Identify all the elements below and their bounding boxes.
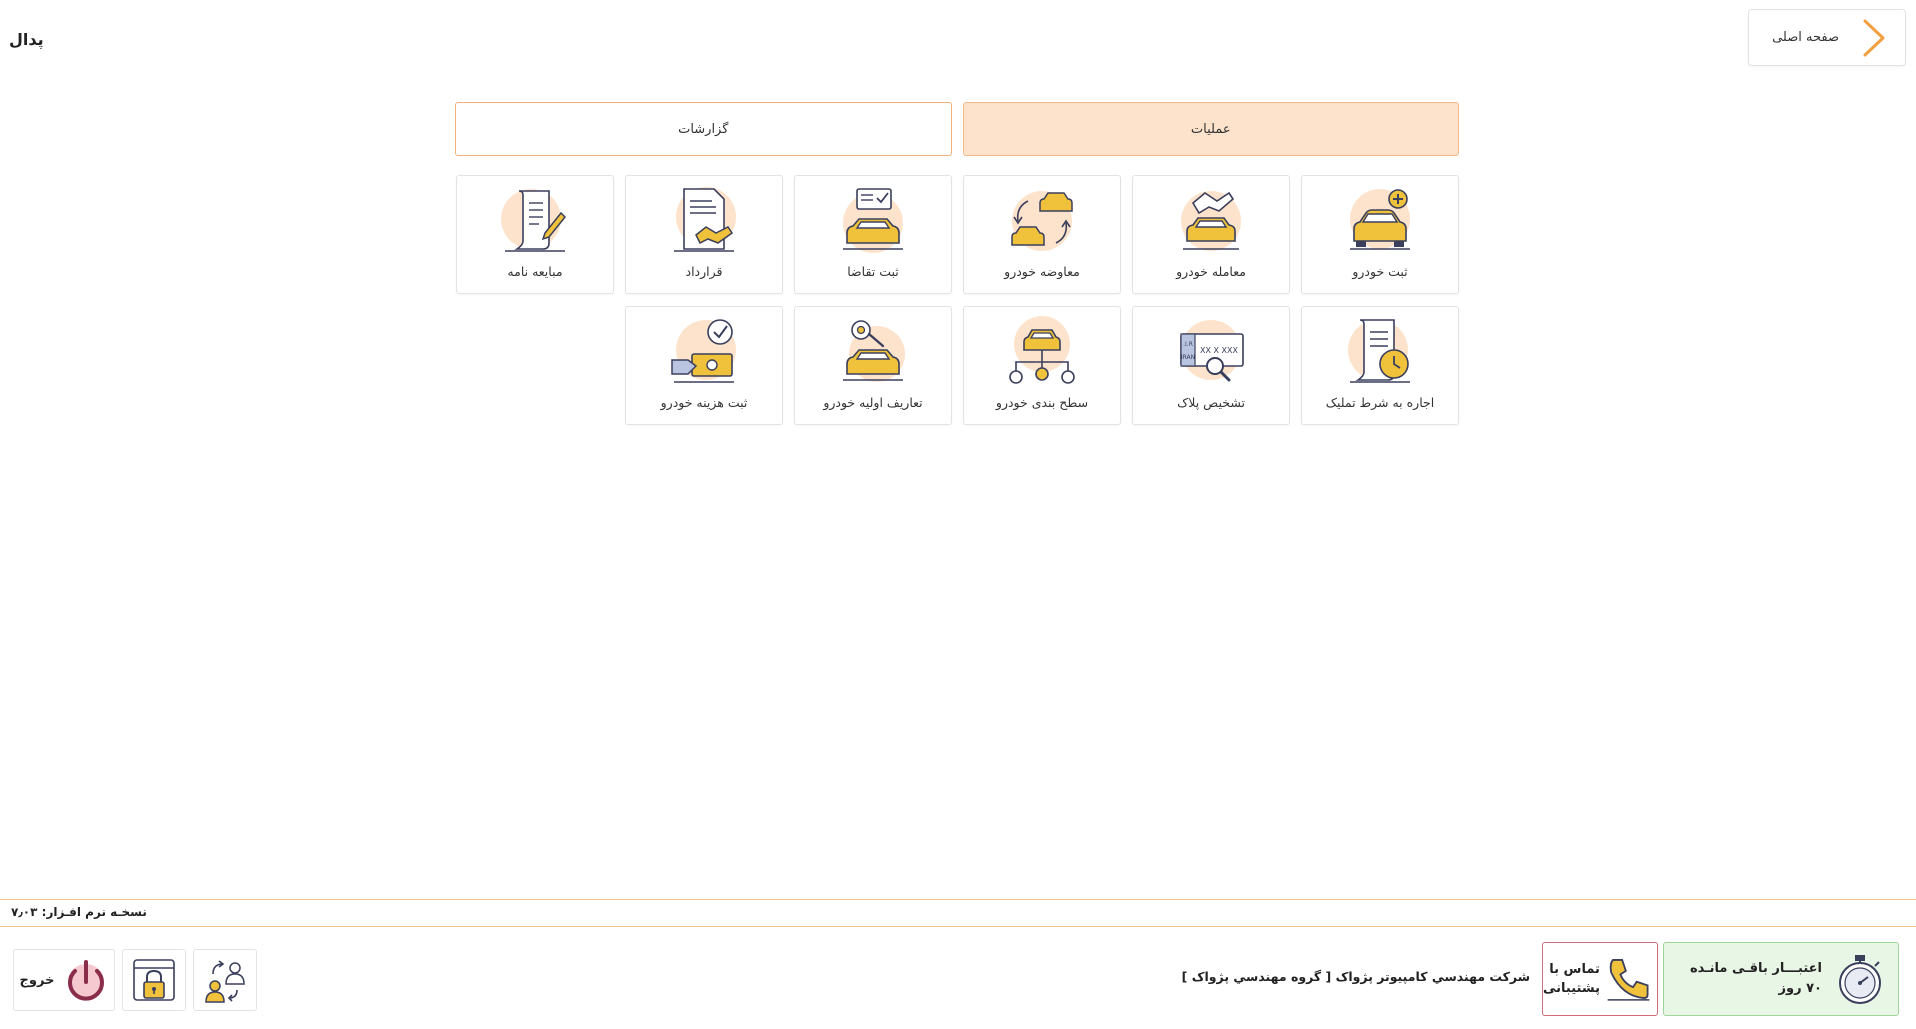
tile-label: ثبت خودرو bbox=[1352, 264, 1408, 279]
tile-label: ثبت هزینه خودرو bbox=[660, 395, 748, 410]
tile-label: اجاره به شرط تملیک bbox=[1325, 395, 1435, 410]
remaining-credit: اعتبـــار باقـی مانـده ۷۰ روز bbox=[1663, 942, 1899, 1016]
tile-label: معاوضه خودرو bbox=[1004, 264, 1080, 279]
tile-car-deal[interactable]: معامله خودرو bbox=[1132, 175, 1290, 294]
car-settings-icon bbox=[843, 320, 905, 382]
car-exchange-icon bbox=[1011, 191, 1073, 251]
car-request-icon bbox=[843, 188, 903, 253]
credit-line1: اعتبـــار باقـی مانـده bbox=[1689, 961, 1822, 976]
software-version: نسخـه نرم افـزار: ۷٫۰۳ bbox=[11, 905, 147, 919]
lease-icon bbox=[1348, 319, 1410, 383]
stopwatch-icon bbox=[1839, 955, 1881, 1004]
tile-car-cost[interactable]: ثبت هزینه خودرو bbox=[625, 306, 783, 425]
tile-car-register[interactable]: ثبت خودرو bbox=[1301, 175, 1459, 294]
contact-support-button[interactable]: تماس با پشتیبانی bbox=[1542, 942, 1658, 1016]
footer-divider bbox=[0, 899, 1916, 900]
car-cost-icon bbox=[671, 319, 736, 383]
tile-sale-deed[interactable]: مبایعه نامه bbox=[456, 175, 614, 294]
tab-reports[interactable]: گزارشات bbox=[455, 102, 952, 156]
switch-user-button[interactable] bbox=[193, 949, 257, 1011]
tile-contract[interactable]: قرارداد bbox=[625, 175, 783, 294]
tile-car-levels[interactable]: سطح بندی خودرو bbox=[963, 306, 1121, 425]
home-button[interactable]: صفحه اصلی bbox=[1748, 9, 1906, 66]
contract-icon bbox=[674, 187, 736, 252]
support-line1: تماس با bbox=[1549, 962, 1600, 977]
lock-icon bbox=[133, 959, 175, 1001]
tile-label: مبایعه نامه bbox=[507, 264, 563, 279]
support-line2: پشتیبانی bbox=[1543, 981, 1600, 996]
deed-icon bbox=[501, 189, 567, 252]
tile-label: سطح بندی خودرو bbox=[995, 395, 1089, 410]
plate-country-text: I.R. bbox=[1183, 341, 1193, 348]
tile-label: قرارداد bbox=[685, 264, 723, 279]
tab-operations[interactable]: عملیات bbox=[962, 102, 1459, 156]
tile-request-register[interactable]: ثبت تقاضا bbox=[794, 175, 952, 294]
exit-button[interactable]: خروج bbox=[13, 949, 115, 1011]
plate-number-text: XX X XXX bbox=[1200, 346, 1238, 355]
lock-screen-button[interactable] bbox=[122, 949, 186, 1011]
credit-days: ۷۰ روز bbox=[1778, 981, 1822, 996]
car-add-icon bbox=[1350, 189, 1410, 250]
tile-plate-detect[interactable]: I.R. IRAN XX X XXX تشخیص پلاک bbox=[1132, 306, 1290, 425]
tile-lease[interactable]: اجاره به شرط تملیک bbox=[1301, 306, 1459, 425]
tile-car-exchange[interactable]: معاوضه خودرو bbox=[963, 175, 1121, 294]
car-levels-icon bbox=[1009, 316, 1075, 384]
home-label: صفحه اصلی bbox=[1772, 30, 1839, 45]
operations-grid: ثبت خودرو معامله خودرو معاوضه خودرو ثبت … bbox=[455, 175, 1459, 425]
company-name: شرکت مهندسي کامپيوتر پژواک [ گروه مهندسي… bbox=[1181, 969, 1530, 984]
switch-user-icon bbox=[205, 960, 245, 1003]
exit-label: خروج bbox=[19, 972, 55, 988]
app-title: پدال bbox=[9, 30, 44, 49]
car-deal-icon bbox=[1181, 191, 1241, 251]
chevron-right-icon bbox=[1863, 19, 1885, 56]
plate-name-text: IRAN bbox=[1181, 354, 1195, 361]
tile-label: ثبت تقاضا bbox=[847, 264, 899, 279]
tile-car-definitions[interactable]: تعاریف اولیه خودرو bbox=[794, 306, 952, 425]
power-icon bbox=[68, 960, 105, 1001]
plate-detect-icon: I.R. IRAN XX X XXX bbox=[1180, 320, 1244, 382]
tile-label: معامله خودرو bbox=[1176, 264, 1246, 279]
footer-divider bbox=[0, 926, 1916, 927]
main-tabs: عملیات گزارشات bbox=[455, 102, 1459, 156]
tile-label: تعاریف اولیه خودرو bbox=[823, 395, 923, 410]
phone-icon bbox=[1607, 959, 1650, 1001]
tile-label: تشخیص پلاک bbox=[1177, 395, 1245, 410]
